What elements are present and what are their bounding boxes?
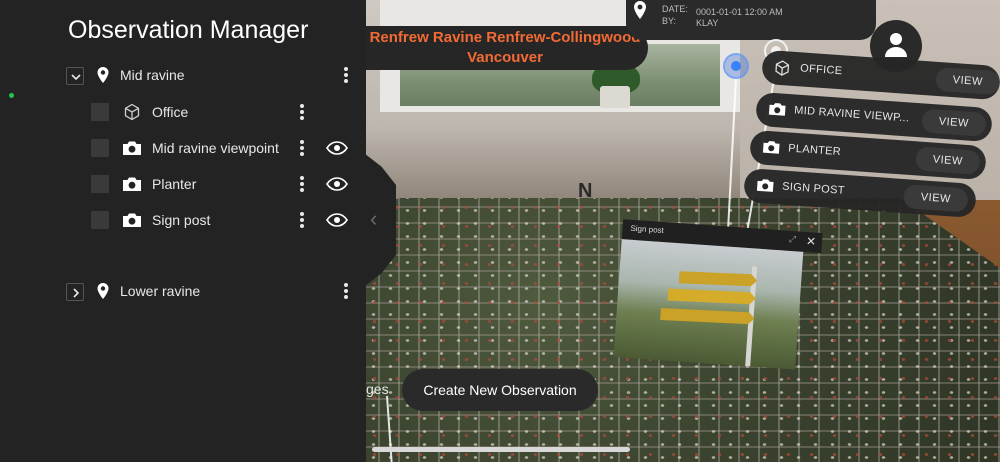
date-value: 0001-01-01 12:00 AM: [696, 7, 783, 17]
horizontal-scrollbar[interactable]: [372, 447, 630, 452]
chevron-right-icon[interactable]: [66, 283, 84, 301]
view-button[interactable]: VIEW: [903, 184, 969, 213]
view-button[interactable]: VIEW: [921, 108, 987, 137]
north-indicator: N: [578, 180, 593, 202]
list-item-office[interactable]: Office: [0, 97, 366, 129]
observation-manager-panel: Observation Manager Mid ravine Office Mi…: [0, 0, 366, 462]
more-options-icon[interactable]: [297, 139, 307, 159]
obs-card-label: OFFICE: [799, 62, 843, 78]
location-line-1: Renfrew Ravine Renfrew-Collingwood: [369, 29, 641, 46]
item-checkbox[interactable]: [91, 139, 109, 157]
location-marker[interactable]: [723, 53, 749, 79]
list-item-sign-post[interactable]: Sign post: [0, 205, 366, 237]
obs-card-label: MID RAVINE VIEWP...: [793, 104, 910, 125]
chevron-left-icon[interactable]: ‹: [370, 206, 377, 232]
list-item-mid-ravine-viewpoint[interactable]: Mid ravine viewpoint: [0, 133, 366, 165]
list-item-planter[interactable]: Planter: [0, 169, 366, 201]
obs-card-label: SIGN POST: [781, 180, 846, 197]
close-icon[interactable]: ✕: [805, 234, 816, 249]
camera-icon: [762, 141, 780, 154]
item-checkbox[interactable]: [91, 211, 109, 229]
location-banner: Renfrew Ravine Renfrew-Collingwood Vanco…: [362, 26, 648, 70]
chevron-down-icon[interactable]: [66, 67, 84, 85]
more-options-icon[interactable]: [297, 211, 307, 231]
panel-title: Observation Manager: [68, 16, 309, 44]
item-checkbox[interactable]: [91, 103, 109, 121]
partial-label: ges: [366, 381, 389, 397]
camera-icon: [768, 103, 786, 116]
by-value: KLAY: [696, 18, 719, 28]
pin-icon: [634, 1, 646, 19]
more-options-icon[interactable]: [297, 103, 307, 123]
sign-illustration: [660, 266, 758, 367]
item-label: Sign post: [152, 212, 211, 228]
obs-card-label: PLANTER: [787, 142, 842, 159]
more-options-icon[interactable]: [341, 282, 351, 302]
observation-info-card: DATE: 0001-01-01 12:00 AM BY: KLAY: [626, 0, 876, 40]
item-label: Office: [152, 104, 189, 120]
group-label: Mid ravine: [120, 67, 185, 83]
pin-icon: [97, 283, 109, 299]
eye-icon[interactable]: [326, 213, 348, 227]
popout-icon[interactable]: ⤢: [789, 234, 797, 245]
sign-post-photo: [613, 239, 804, 370]
camera-icon: [756, 179, 774, 192]
location-line-2: Vancouver: [467, 49, 543, 66]
view-button[interactable]: VIEW: [935, 66, 1000, 96]
group-label: Lower ravine: [120, 283, 201, 299]
more-options-icon[interactable]: [341, 66, 351, 86]
camera-icon: [123, 141, 141, 155]
item-label: Planter: [152, 176, 197, 192]
plant-pot: [600, 86, 630, 108]
eye-icon[interactable]: [326, 177, 348, 191]
group-row-mid-ravine[interactable]: Mid ravine: [0, 60, 366, 92]
item-checkbox[interactable]: [91, 175, 109, 193]
create-observation-button[interactable]: Create New Observation: [402, 369, 598, 411]
preview-title: Sign post: [630, 223, 665, 236]
pin-icon: [97, 67, 109, 83]
photo-preview-window[interactable]: Sign post ⤢ ✕: [613, 219, 823, 373]
cube-icon: [124, 103, 140, 121]
view-button[interactable]: VIEW: [915, 146, 981, 175]
user-icon: [885, 33, 907, 57]
more-options-icon[interactable]: [297, 175, 307, 195]
date-label: DATE:: [662, 4, 688, 14]
camera-icon: [123, 213, 141, 227]
group-row-lower-ravine[interactable]: Lower ravine: [0, 276, 366, 308]
camera-icon: [123, 177, 141, 191]
eye-icon[interactable]: [326, 141, 348, 155]
cube-icon: [775, 60, 790, 76]
by-label: BY:: [662, 16, 677, 26]
item-label: Mid ravine viewpoint: [152, 140, 279, 156]
